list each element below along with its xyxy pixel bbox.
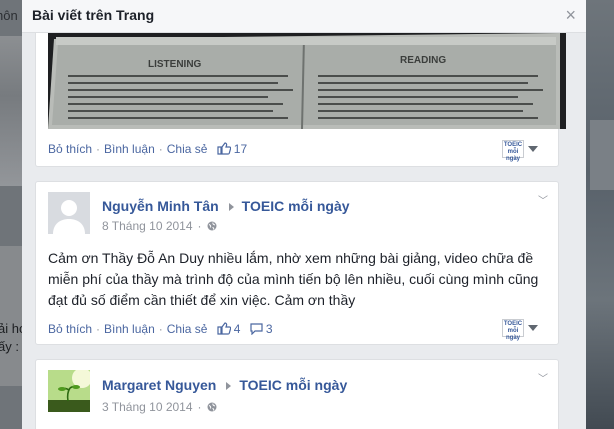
- globe-icon: [207, 221, 217, 231]
- photo-label-reading: READING: [400, 55, 446, 66]
- post-meta: 3 Tháng 10 2014 ·: [102, 400, 217, 414]
- page-badge-line: TOEIC: [503, 142, 523, 148]
- background-panel-left: [0, 246, 22, 386]
- post-card: Nguyễn Minh Tân TOEIC mỗi ngày 8 Tháng 10…: [35, 181, 559, 345]
- page-badge[interactable]: TOEIC mỗi ngày: [502, 140, 524, 162]
- caret-right-icon: [228, 202, 234, 211]
- page-badge-line: mỗi ngày: [505, 328, 520, 341]
- background-text-line: ải họ: [0, 321, 22, 336]
- chevron-down-icon[interactable]: [528, 146, 538, 152]
- background-text-line: ấy :: [0, 339, 19, 354]
- like-count[interactable]: 17: [217, 142, 247, 156]
- post-card: LISTENING READING Bỏ thích · Bình luận · Chi…: [35, 33, 566, 167]
- dialog-header: Bài viết trên Trang ×: [22, 0, 586, 33]
- chevron-down-icon[interactable]: [528, 325, 538, 331]
- page-name[interactable]: TOEIC mỗi ngày: [242, 198, 350, 214]
- post-date[interactable]: 8 Tháng 10 2014: [102, 219, 193, 233]
- comment-link[interactable]: Bình luận: [104, 322, 155, 336]
- page-posts-dialog: Bài viết trên Trang × LISTENING READING …: [22, 0, 586, 429]
- comment-link[interactable]: Bình luận: [104, 142, 155, 156]
- dialog-title: Bài viết trên Trang: [32, 7, 155, 23]
- separator: ·: [96, 142, 101, 156]
- post-header: Margaret Nguyen TOEIC mỗi ngày: [102, 377, 347, 393]
- comment-count[interactable]: 3: [250, 322, 273, 336]
- post-photo[interactable]: LISTENING READING: [48, 33, 566, 129]
- page-badge-line: mỗi ngày: [505, 149, 520, 162]
- like-count-value: 17: [233, 142, 248, 156]
- globe-icon: [207, 402, 217, 412]
- photo-image: LISTENING READING: [48, 33, 566, 129]
- like-count[interactable]: 4: [217, 322, 241, 336]
- page-badge[interactable]: TOEIC mỗi ngày: [502, 319, 524, 341]
- post-date[interactable]: 3 Tháng 10 2014: [102, 400, 193, 414]
- author-name[interactable]: Nguyễn Minh Tân: [102, 198, 219, 214]
- separator: ·: [158, 322, 163, 336]
- share-link[interactable]: Chia sẻ: [167, 142, 208, 156]
- unlike-link[interactable]: Bỏ thích: [48, 322, 92, 336]
- chevron-down-icon[interactable]: ﹀: [538, 370, 548, 385]
- share-link[interactable]: Chia sẻ: [167, 322, 208, 336]
- post-card: Margaret Nguyen TOEIC mỗi ngày 3 Tháng 10…: [35, 359, 559, 429]
- background-text-top: hôn: [0, 8, 18, 23]
- post-header: Nguyễn Minh Tân TOEIC mỗi ngày: [102, 198, 350, 214]
- thumbs-up-icon: [217, 142, 232, 155]
- avatar[interactable]: [48, 370, 90, 412]
- unlike-link[interactable]: Bỏ thích: [48, 142, 92, 156]
- default-avatar-icon: [48, 192, 90, 234]
- like-count-value: 4: [233, 322, 241, 336]
- page-name[interactable]: TOEIC mỗi ngày: [239, 377, 347, 393]
- author-name[interactable]: Margaret Nguyen: [102, 377, 216, 393]
- comment-bubble-icon: [250, 323, 263, 336]
- thumbs-up-icon: [217, 322, 232, 335]
- background-image-left: [0, 36, 22, 186]
- chevron-down-icon[interactable]: ﹀: [538, 192, 548, 207]
- background-text-left: ải họ ấy :: [0, 320, 22, 356]
- page-badge-line: TOEIC: [503, 321, 523, 327]
- comment-count-value: 3: [265, 322, 273, 336]
- photo-label-listening: LISTENING: [148, 59, 202, 70]
- separator: ·: [158, 142, 163, 156]
- separator: ·: [197, 400, 202, 414]
- background-page-right: [586, 0, 614, 429]
- background-image-right: [590, 120, 614, 190]
- close-icon[interactable]: ×: [565, 5, 576, 25]
- caret-right-icon: [226, 381, 232, 390]
- post-actions: Bỏ thích · Bình luận · Chia sẻ 4 3: [48, 322, 273, 336]
- post-text: Cảm ơn Thầy Đỗ An Duy nhiều lắm, nhờ xem…: [48, 250, 539, 308]
- avatar-image: [48, 370, 90, 412]
- separator: ·: [197, 219, 202, 233]
- avatar[interactable]: [48, 192, 90, 234]
- separator: ·: [96, 322, 101, 336]
- post-meta: 8 Tháng 10 2014 ·: [102, 219, 217, 233]
- post-actions: Bỏ thích · Bình luận · Chia sẻ 17: [48, 142, 247, 156]
